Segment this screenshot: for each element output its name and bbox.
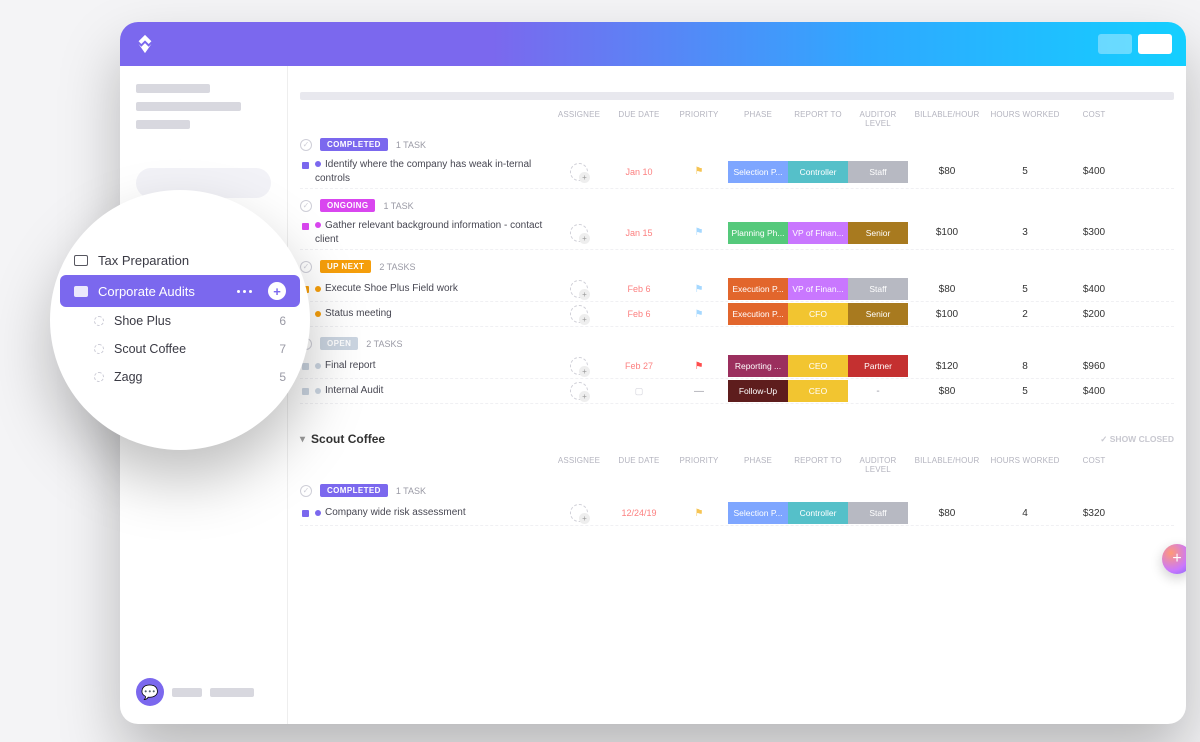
column-headers: ASSIGNEEDUE DATE PRIORITYPHASE REPORT TO… [300, 110, 1174, 128]
column-headers: ASSIGNEEDUE DATE PRIORITYPHASE REPORT TO… [300, 456, 1174, 474]
group-header[interactable]: ✓ UP NEXT 2 TASKS [300, 260, 1174, 273]
topbar [120, 22, 1186, 66]
main-content: ASSIGNEEDUE DATE PRIORITYPHASE REPORT TO… [288, 66, 1186, 724]
task-row[interactable]: Company wide risk assessment 12/24/19 ⚑ … [300, 501, 1174, 526]
placeholder-line [136, 84, 210, 93]
window-button-a[interactable] [1098, 34, 1132, 54]
chat-icon[interactable]: 💬 [136, 678, 164, 706]
placeholder-line [210, 688, 254, 697]
list-icon [94, 344, 104, 354]
task-row[interactable]: Gather relevant background information -… [300, 216, 1174, 250]
window-button-b[interactable] [1138, 34, 1172, 54]
assignee-avatar[interactable] [570, 305, 588, 323]
folder-icon [74, 255, 88, 266]
folder-icon [74, 286, 88, 297]
assignee-avatar[interactable] [570, 280, 588, 298]
app-logo-icon [134, 33, 156, 55]
folder-popover: Tax Preparation Corporate Audits + Shoe … [50, 190, 310, 450]
collapse-icon[interactable]: ✓ [300, 261, 312, 273]
folder-corporate-audits[interactable]: Corporate Audits + [60, 275, 300, 307]
list-icon [94, 316, 104, 326]
assignee-avatar[interactable] [570, 357, 588, 375]
task-row[interactable]: Status meeting Feb 6 ⚑ Execution P... CF… [300, 302, 1174, 327]
group-header[interactable]: ✓ COMPLETED 1 TASK [300, 484, 1174, 497]
folder-tax-preparation[interactable]: Tax Preparation [60, 246, 300, 275]
assignee-avatar[interactable] [570, 504, 588, 522]
list-item[interactable]: Shoe Plus6 [60, 307, 300, 335]
task-row[interactable]: Internal Audit ▢ — Follow-Up CEO - $805$… [300, 379, 1174, 404]
placeholder-line [136, 120, 190, 129]
assignee-avatar[interactable] [570, 163, 588, 181]
add-fab-button[interactable]: + [1162, 544, 1186, 574]
show-closed-toggle[interactable]: ✓ SHOW CLOSED [1100, 434, 1174, 445]
assignee-avatar[interactable] [570, 224, 588, 242]
list-item[interactable]: Zagg5 [60, 363, 300, 391]
group-header[interactable]: ✓ OPEN 2 TASKS [300, 337, 1174, 350]
placeholder-line [172, 688, 202, 697]
group-header[interactable]: ✓ ONGOING 1 TASK [300, 199, 1174, 212]
list-item[interactable]: Scout Coffee7 [60, 335, 300, 363]
task-row[interactable]: Execute Shoe Plus Field work Feb 6 ⚑ Exe… [300, 277, 1174, 302]
placeholder-line [136, 102, 241, 111]
collapse-icon[interactable]: ✓ [300, 139, 312, 151]
section-title[interactable]: Scout Coffee ✓ SHOW CLOSED [300, 432, 1174, 446]
collapse-icon[interactable]: ✓ [300, 200, 312, 212]
task-row[interactable]: Identify where the company has weak in-t… [300, 155, 1174, 189]
task-row[interactable]: Final report Feb 27 ⚑ Reporting ... CEO … [300, 354, 1174, 379]
assignee-avatar[interactable] [570, 382, 588, 400]
placeholder-bar [300, 92, 1174, 100]
collapse-icon[interactable]: ✓ [300, 485, 312, 497]
group-header[interactable]: ✓ COMPLETED 1 TASK [300, 138, 1174, 151]
list-icon [94, 372, 104, 382]
more-icon[interactable] [237, 290, 252, 293]
add-list-button[interactable]: + [268, 282, 286, 300]
